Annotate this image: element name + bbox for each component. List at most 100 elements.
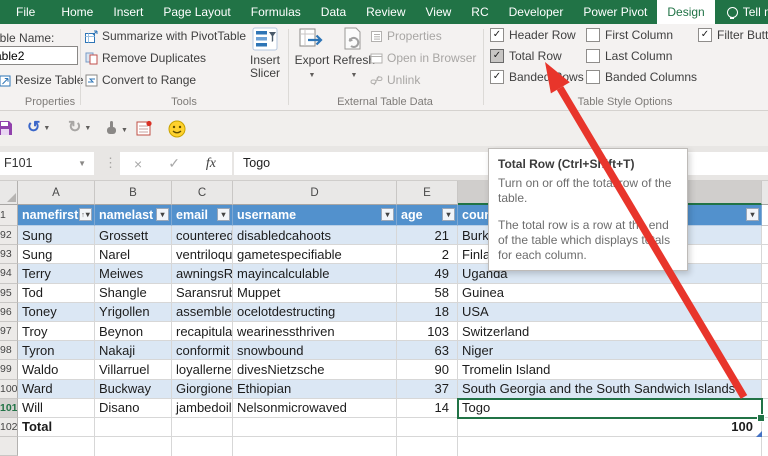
- row-number[interactable]: 96: [0, 302, 18, 322]
- filter-button[interactable]: ↑▾: [79, 208, 92, 221]
- tab-power-pivot[interactable]: Power Pivot: [573, 0, 657, 24]
- cell-username[interactable]: Nelsonmicrowaved: [233, 398, 397, 418]
- cell-email[interactable]: ventriloqu: [172, 245, 233, 265]
- cell-namefirst[interactable]: Will: [18, 398, 95, 418]
- cell-age[interactable]: 37: [397, 379, 458, 399]
- cell-country[interactable]: Guinea: [458, 283, 762, 303]
- enter-check-icon[interactable]: ✓: [168, 155, 180, 172]
- row-number[interactable]: 99: [0, 360, 18, 380]
- row-number[interactable]: 97: [0, 321, 18, 342]
- remove-duplicates-button[interactable]: Remove Duplicates: [85, 51, 206, 65]
- cell-email[interactable]: conformit: [172, 341, 233, 361]
- cell-email[interactable]: countered: [172, 226, 233, 246]
- cell-namefirst[interactable]: Toney: [18, 302, 95, 322]
- cell-namelast[interactable]: Disano: [95, 398, 172, 418]
- name-box[interactable]: F101 ▼: [0, 152, 94, 175]
- cell-email[interactable]: recapitula: [172, 321, 233, 342]
- filter-button[interactable]: ▾: [442, 208, 455, 221]
- cell-sliver[interactable]: [762, 437, 768, 456]
- row-number[interactable]: 1: [0, 205, 18, 226]
- empty-cell[interactable]: [397, 437, 458, 456]
- table-header-age[interactable]: age ▾: [397, 205, 458, 226]
- empty-cell[interactable]: [172, 437, 233, 456]
- cell-namelast[interactable]: Shangle: [95, 283, 172, 303]
- cell-age[interactable]: 103: [397, 321, 458, 342]
- tab-page-layout[interactable]: Page Layout: [153, 0, 240, 24]
- row-number[interactable]: 101: [0, 398, 18, 418]
- cell-username[interactable]: gametespecifiable: [233, 245, 397, 265]
- cell-country[interactable]: USA: [458, 302, 762, 322]
- tab-developer[interactable]: Developer: [499, 0, 574, 24]
- redo-button[interactable]: ↻ ▼: [68, 120, 91, 136]
- cell-age[interactable]: 58: [397, 283, 458, 303]
- select-all-corner[interactable]: [0, 181, 18, 205]
- empty-cell[interactable]: [458, 437, 762, 456]
- total-cell-namefirst[interactable]: Total: [18, 417, 95, 438]
- total-cell-username[interactable]: [233, 417, 397, 438]
- cell-sliver[interactable]: [762, 379, 768, 399]
- cell-username[interactable]: divesNietzsche: [233, 360, 397, 380]
- formula-bar-drag-dots[interactable]: ⋮: [104, 155, 117, 171]
- cell-sliver[interactable]: [762, 226, 768, 246]
- empty-cell[interactable]: [95, 437, 172, 456]
- tab-rc[interactable]: RC: [461, 0, 498, 24]
- cell-namelast[interactable]: Villarruel: [95, 360, 172, 380]
- cell-namelast[interactable]: Buckway: [95, 379, 172, 399]
- table-header-email[interactable]: email ▾: [172, 205, 233, 226]
- filter-button[interactable]: ▾: [381, 208, 394, 221]
- checkbox-first-column[interactable]: First Column: [586, 28, 673, 42]
- column-header-b[interactable]: B: [95, 181, 172, 205]
- checkbox-header-row[interactable]: ✓ Header Row: [490, 28, 576, 42]
- tab-file[interactable]: File: [0, 0, 51, 24]
- checkbox-banded-columns[interactable]: Banded Columns: [586, 70, 697, 84]
- cell-age[interactable]: 63: [397, 341, 458, 361]
- cell-country[interactable]: Tromelin Island: [458, 360, 762, 380]
- cell-namelast[interactable]: Grossett: [95, 226, 172, 246]
- tab-design[interactable]: Design: [657, 0, 715, 24]
- row-number[interactable]: 93: [0, 245, 18, 265]
- save-icon[interactable]: [0, 120, 13, 136]
- checkbox-filter-button[interactable]: ✓ Filter Button: [698, 28, 768, 42]
- cell-username[interactable]: ocelotdestructing: [233, 302, 397, 322]
- active-cell-selection[interactable]: [457, 398, 763, 419]
- row-number[interactable]: 95: [0, 283, 18, 303]
- cell-age[interactable]: 2: [397, 245, 458, 265]
- cell-namefirst[interactable]: Tod: [18, 283, 95, 303]
- notes-icon[interactable]: [136, 120, 153, 136]
- cell-namefirst[interactable]: Tyron: [18, 341, 95, 361]
- cell-username[interactable]: Ethiopian: [233, 379, 397, 399]
- row-number[interactable]: 100: [0, 379, 18, 399]
- table-name-input[interactable]: [0, 46, 78, 65]
- cell-namelast[interactable]: Nakaji: [95, 341, 172, 361]
- summarize-with-pivottable-button[interactable]: Summarize with PivotTable: [85, 29, 246, 43]
- cell-age[interactable]: 90: [397, 360, 458, 380]
- filter-button[interactable]: ▾: [217, 208, 230, 221]
- cell-email[interactable]: assemblet: [172, 302, 233, 322]
- cell-namelast[interactable]: Yrigollen: [95, 302, 172, 322]
- cell-age[interactable]: 18: [397, 302, 458, 322]
- cell-age[interactable]: 21: [397, 226, 458, 246]
- cell-email[interactable]: Saransrub: [172, 283, 233, 303]
- cell-username[interactable]: mayincalculable: [233, 264, 397, 284]
- cell-email[interactable]: loyallerne: [172, 360, 233, 380]
- tab-formulas[interactable]: Formulas: [241, 0, 311, 24]
- cell-username[interactable]: wearinessthriven: [233, 321, 397, 342]
- cell-namelast[interactable]: Narel: [95, 245, 172, 265]
- total-cell-email[interactable]: [172, 417, 233, 438]
- tab-insert[interactable]: Insert: [103, 0, 153, 24]
- cell-email[interactable]: awningsRu: [172, 264, 233, 284]
- cell-sliver[interactable]: [762, 283, 768, 303]
- cell-namefirst[interactable]: Terry: [18, 264, 95, 284]
- cell-sliver[interactable]: [762, 341, 768, 361]
- cell-username[interactable]: Muppet: [233, 283, 397, 303]
- row-number[interactable]: 94: [0, 264, 18, 284]
- tab-home[interactable]: Home: [51, 0, 103, 24]
- convert-to-range-button[interactable]: Convert to Range: [85, 73, 196, 87]
- table-header-namelast[interactable]: namelast ▾: [95, 205, 172, 226]
- checkbox-last-column[interactable]: Last Column: [586, 49, 672, 63]
- tab-data[interactable]: Data: [311, 0, 356, 24]
- insert-function-icon[interactable]: fx: [206, 156, 216, 172]
- fill-handle[interactable]: [757, 414, 765, 422]
- column-header-e[interactable]: E: [397, 181, 458, 205]
- cell-sliver[interactable]: [762, 360, 768, 380]
